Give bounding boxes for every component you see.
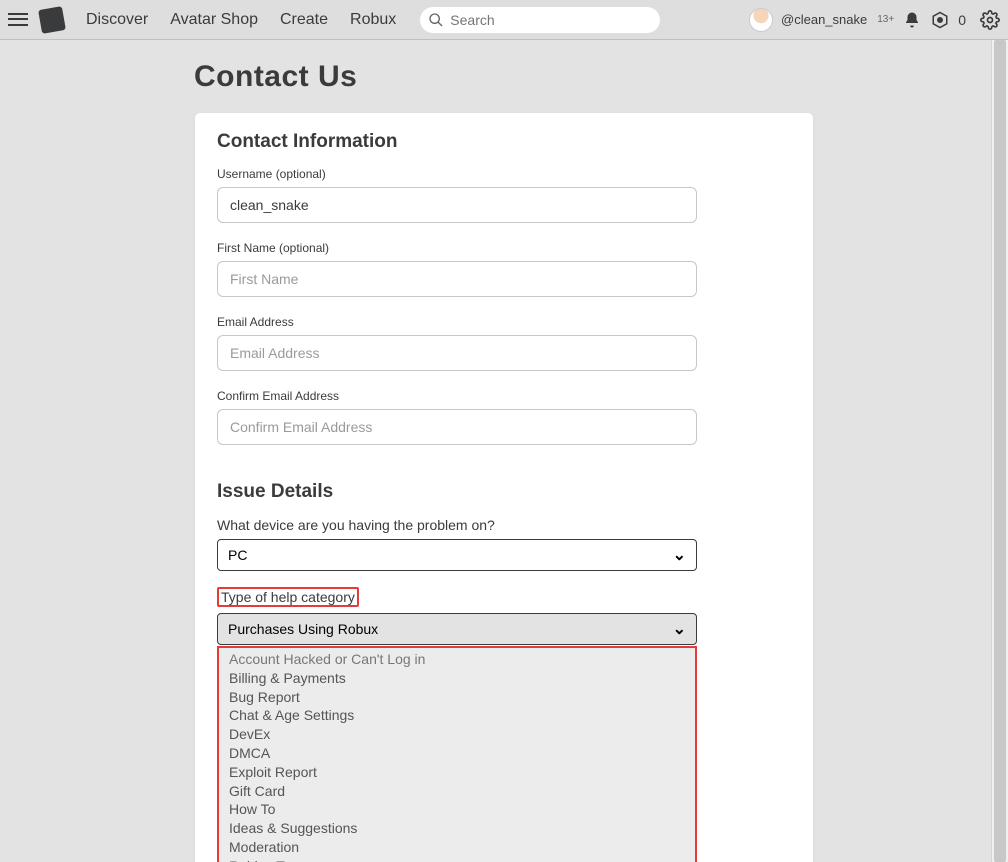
- nav-create[interactable]: Create: [280, 11, 328, 29]
- category-option[interactable]: Account Hacked or Can't Log in: [219, 648, 695, 669]
- hamburger-menu-icon[interactable]: [8, 10, 28, 30]
- category-option[interactable]: Ideas & Suggestions: [219, 819, 695, 838]
- email-field-label: Email Address: [217, 315, 791, 329]
- page-title: Contact Us: [194, 60, 814, 94]
- username-field-label: Username (optional): [217, 167, 791, 181]
- search-input[interactable]: [420, 7, 660, 33]
- robux-count: 0: [958, 12, 966, 28]
- nav-robux[interactable]: Robux: [350, 11, 396, 29]
- scrollbar-thumb[interactable]: [994, 40, 1006, 862]
- nav-discover[interactable]: Discover: [86, 11, 148, 29]
- category-select-value: Purchases Using Robux: [228, 621, 378, 637]
- settings-gear-icon[interactable]: [980, 10, 1000, 30]
- category-option[interactable]: Chat & Age Settings: [219, 706, 695, 725]
- confirm-email-field[interactable]: [217, 409, 697, 445]
- avatar[interactable]: [749, 8, 773, 32]
- category-option[interactable]: Exploit Report: [219, 763, 695, 782]
- top-navbar: Discover Avatar Shop Create Robux @clean…: [0, 0, 1008, 40]
- device-field-label: What device are you having the problem o…: [217, 517, 791, 533]
- device-select[interactable]: PC ⌄: [217, 539, 697, 571]
- page-body: Contact Us Contact Information Username …: [0, 40, 1008, 862]
- category-option[interactable]: DMCA: [219, 744, 695, 763]
- category-field-label: Type of help category: [221, 589, 355, 605]
- chevron-down-icon: ⌄: [673, 619, 686, 639]
- category-option[interactable]: DevEx: [219, 725, 695, 744]
- firstname-field-label: First Name (optional): [217, 241, 791, 255]
- search-icon: [428, 12, 444, 28]
- confirm-email-field-label: Confirm Email Address: [217, 389, 791, 403]
- roblox-logo[interactable]: [38, 6, 66, 34]
- contact-info-heading: Contact Information: [217, 131, 791, 153]
- category-label-annotation: Type of help category: [217, 587, 359, 607]
- category-option[interactable]: Roblox Toys: [219, 857, 695, 862]
- nav-links: Discover Avatar Shop Create Robux: [86, 11, 396, 29]
- device-select-value: PC: [228, 547, 247, 563]
- notifications-icon[interactable]: [902, 10, 922, 30]
- category-option[interactable]: Gift Card: [219, 782, 695, 801]
- category-option[interactable]: Moderation: [219, 838, 695, 857]
- search-wrap: [420, 7, 660, 33]
- category-option[interactable]: Bug Report: [219, 688, 695, 707]
- chevron-down-icon: ⌄: [673, 545, 686, 565]
- firstname-field[interactable]: [217, 261, 697, 297]
- category-option[interactable]: Billing & Payments: [219, 669, 695, 688]
- robux-icon[interactable]: [930, 10, 950, 30]
- email-field[interactable]: [217, 335, 697, 371]
- category-dropdown-list: Account Hacked or Can't Log inBilling & …: [217, 646, 697, 862]
- nav-avatar-shop[interactable]: Avatar Shop: [170, 11, 258, 29]
- user-chunk: @clean_snake 13+ 0: [749, 8, 1000, 32]
- category-option[interactable]: How To: [219, 800, 695, 819]
- age-tag: 13+: [877, 14, 894, 25]
- username-label[interactable]: @clean_snake: [781, 12, 867, 27]
- issue-details-heading: Issue Details: [217, 481, 791, 503]
- contact-card: Contact Information Username (optional) …: [194, 112, 814, 862]
- vertical-scrollbar[interactable]: ▲: [991, 40, 1008, 862]
- category-select[interactable]: Purchases Using Robux ⌄: [217, 613, 697, 645]
- username-field[interactable]: [217, 187, 697, 223]
